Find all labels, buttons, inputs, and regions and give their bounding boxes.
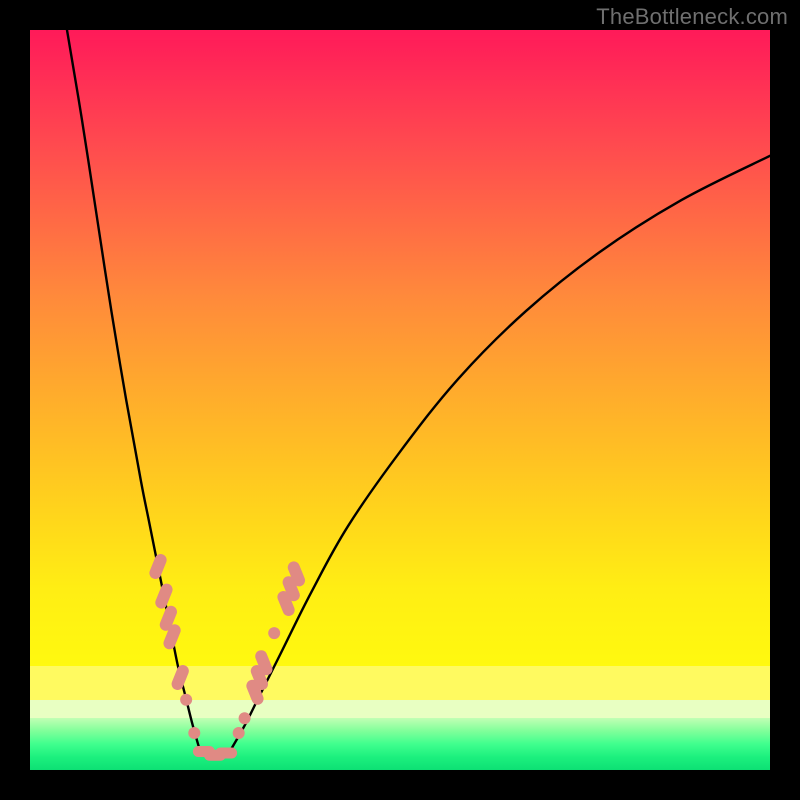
curve-right-curve [230, 156, 770, 752]
curve-left-curve [67, 30, 200, 752]
plot-area [30, 30, 770, 770]
data-marker [215, 747, 237, 758]
data-marker [239, 712, 251, 724]
chart-svg [30, 30, 770, 770]
data-marker [233, 727, 245, 739]
chart-frame: TheBottleneck.com [0, 0, 800, 800]
marker-layer [148, 552, 307, 761]
watermark-text: TheBottleneck.com [596, 4, 788, 30]
data-marker [170, 663, 191, 692]
data-marker [268, 627, 280, 639]
data-marker [180, 694, 192, 706]
data-marker [148, 552, 169, 581]
data-marker [188, 727, 200, 739]
